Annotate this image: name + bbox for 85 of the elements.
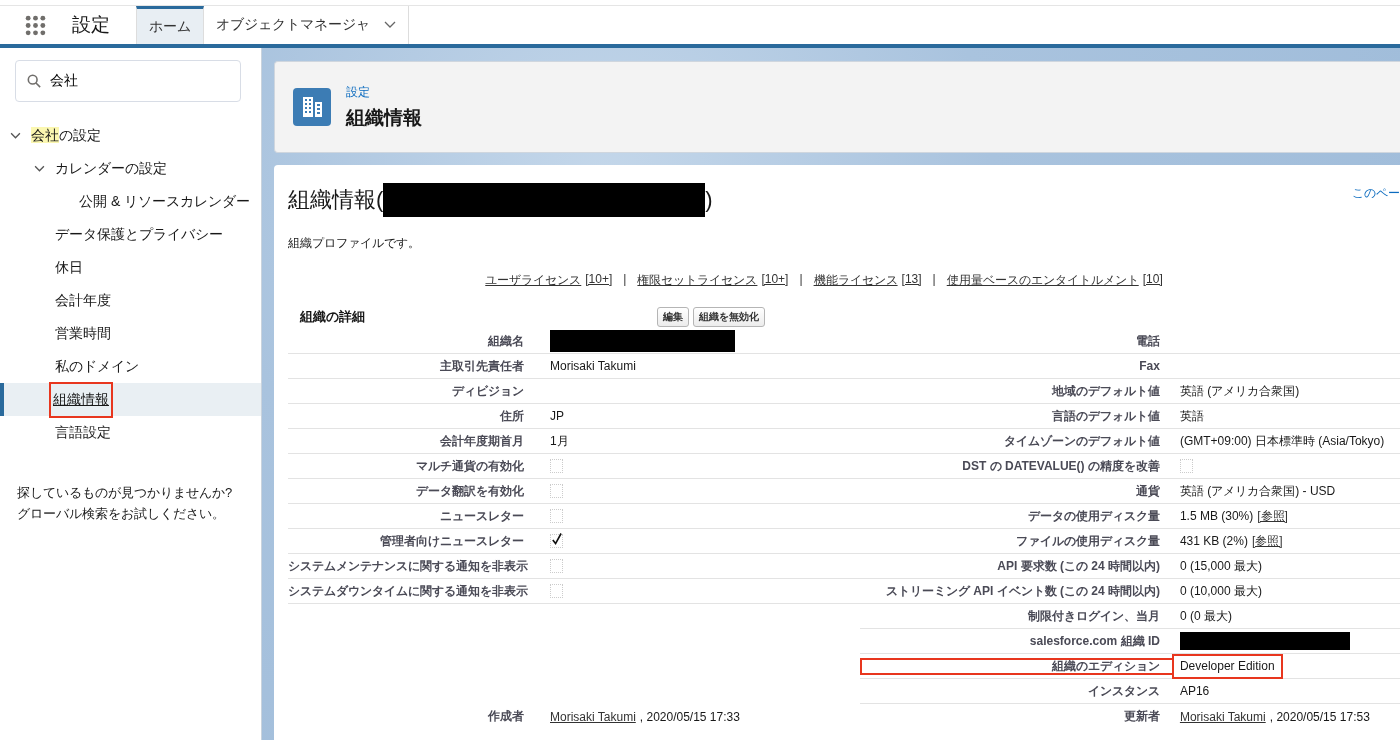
field-value: Morisaki Takumi bbox=[550, 359, 636, 373]
license-count-link[interactable]: [13] bbox=[901, 272, 922, 289]
search-field[interactable]: 会社 bbox=[15, 60, 241, 102]
field-label: 住所 bbox=[498, 407, 525, 425]
license-link[interactable]: 使用量ベースのエンタイトルメント bbox=[946, 272, 1139, 289]
tree-item[interactable]: 組織情報 bbox=[0, 383, 261, 416]
field-value: 英語 (アメリカ合衆国) - USD bbox=[1179, 482, 1336, 500]
field-value: 431 KB (2%) bbox=[1179, 534, 1248, 548]
app-launcher-icon[interactable] bbox=[25, 14, 46, 36]
tree-item[interactable]: 休日 bbox=[0, 251, 261, 284]
field-label: 主取引先責任者 bbox=[439, 357, 525, 375]
help-link[interactable]: このペー bbox=[1352, 185, 1400, 202]
field-value: 0 (15,000 最大) bbox=[1179, 557, 1262, 575]
field-value: (GMT+09:00) 日本標準時 (Asia/Tokyo) bbox=[1179, 432, 1385, 450]
field-label: 更新者 bbox=[1122, 708, 1161, 725]
app-title: 設定 bbox=[72, 13, 110, 37]
field-label: 地域のデフォルト値 bbox=[1050, 382, 1161, 400]
nav-tab[interactable]: オブジェクトマネージャ bbox=[204, 6, 409, 44]
date-text: , 2020/05/15 17:33 bbox=[639, 709, 740, 724]
field-value: 0 (0 最大) bbox=[1179, 607, 1232, 625]
license-count-link[interactable]: [10+] bbox=[585, 272, 613, 289]
field-label: 言語のデフォルト値 bbox=[1050, 407, 1161, 425]
field-value: Developer Edition bbox=[1179, 659, 1275, 673]
action-button[interactable]: 組織を無効化 bbox=[693, 307, 765, 327]
field-value: 英語 bbox=[1179, 407, 1204, 425]
field-label: 電話 bbox=[1134, 332, 1161, 350]
license-link[interactable]: ユーザライセンス bbox=[485, 272, 582, 289]
tree-item[interactable]: 会社の設定 bbox=[0, 119, 261, 152]
field-label: DST の DATEVALUE() の精度を改善 bbox=[961, 457, 1161, 475]
field-label: インスタンス bbox=[1086, 682, 1161, 700]
license-link[interactable]: 権限セットライセンス bbox=[637, 272, 758, 289]
field-label: 組織のエディション bbox=[859, 657, 1174, 675]
field-value: AP16 bbox=[1179, 684, 1210, 698]
field-label: 制限付きログイン、当月 bbox=[1026, 607, 1161, 625]
field-label: ニュースレター bbox=[439, 507, 525, 525]
field-label: データの使用ディスク量 bbox=[1026, 507, 1161, 525]
help-text: 探しているものが見つかりませんか? グローバル検索をお試しください。 bbox=[17, 484, 234, 523]
field-label: ファイルの使用ディスク量 bbox=[1014, 532, 1161, 550]
field-label: 会計年度期首月 bbox=[439, 432, 525, 450]
field-value: 1.5 MB (30%) bbox=[1179, 509, 1254, 523]
org-title: 組織情報( ) bbox=[288, 183, 713, 217]
field-label: 管理者向けニュースレター bbox=[379, 532, 525, 550]
tree-item[interactable]: 公開 & リソースカレンダー bbox=[0, 185, 261, 218]
field-label: マルチ通貨の有効化 bbox=[415, 457, 525, 475]
field-label: API 要求数 (この 24 時間以内) bbox=[996, 557, 1161, 575]
tree-item[interactable]: 言語設定 bbox=[0, 416, 261, 449]
license-count-link[interactable]: [10+] bbox=[761, 272, 789, 289]
field-label: 通貨 bbox=[1134, 482, 1161, 500]
user-link[interactable]: Morisaki Takumi bbox=[550, 709, 636, 724]
section-title: 組織の詳細 bbox=[300, 308, 366, 326]
field-label: システムメンテナンスに関する通知を非表示 bbox=[288, 557, 529, 575]
user-link[interactable]: Morisaki Takumi bbox=[1179, 709, 1266, 724]
page-title: 組織情報 bbox=[346, 105, 422, 130]
license-link[interactable]: 機能ライセンス bbox=[813, 272, 898, 289]
separator: | bbox=[799, 272, 803, 288]
field-label: データ翻訳を有効化 bbox=[415, 482, 525, 500]
tree-item[interactable]: 私のドメイン bbox=[0, 350, 261, 383]
view-link[interactable]: [参照] bbox=[1251, 532, 1283, 550]
license-count-link[interactable]: [10] bbox=[1142, 272, 1163, 289]
search-icon bbox=[27, 74, 41, 88]
action-button[interactable]: 編集 bbox=[657, 307, 689, 327]
field-label: ディビジョン bbox=[451, 382, 525, 400]
nav-tab[interactable]: ホーム bbox=[136, 6, 204, 44]
view-link[interactable]: [参照] bbox=[1257, 507, 1288, 525]
field-label: システムダウンタイムに関する通知を非表示 bbox=[288, 582, 529, 600]
date-text: , 2020/05/15 17:53 bbox=[1269, 709, 1370, 724]
tree-item[interactable]: データ保護とプライバシー bbox=[0, 218, 261, 251]
building-icon bbox=[293, 88, 331, 126]
tree-item[interactable]: カレンダーの設定 bbox=[0, 152, 261, 185]
field-label: ストリーミング API イベント数 (この 24 時間以内) bbox=[884, 582, 1161, 600]
separator: | bbox=[932, 272, 936, 288]
field-value: 1月 bbox=[550, 432, 569, 450]
field-value: 0 (10,000 最大) bbox=[1179, 582, 1262, 600]
description: 組織プロファイルです。 bbox=[288, 235, 421, 252]
tree-item[interactable]: 会計年度 bbox=[0, 284, 261, 317]
field-value: JP bbox=[550, 409, 564, 423]
field-label: salesforce.com 組織 ID bbox=[1028, 632, 1161, 650]
field-label: Fax bbox=[1138, 359, 1161, 373]
tree-item[interactable]: 営業時間 bbox=[0, 317, 261, 350]
field-value: 英語 (アメリカ合衆国) bbox=[1179, 382, 1300, 400]
field-label: タイムゾーンのデフォルト値 bbox=[1002, 432, 1161, 450]
field-label: 作成者 bbox=[487, 708, 525, 725]
field-label: 組織名 bbox=[487, 332, 525, 350]
separator: | bbox=[623, 272, 627, 288]
breadcrumb-link[interactable]: 設定 bbox=[346, 83, 422, 101]
